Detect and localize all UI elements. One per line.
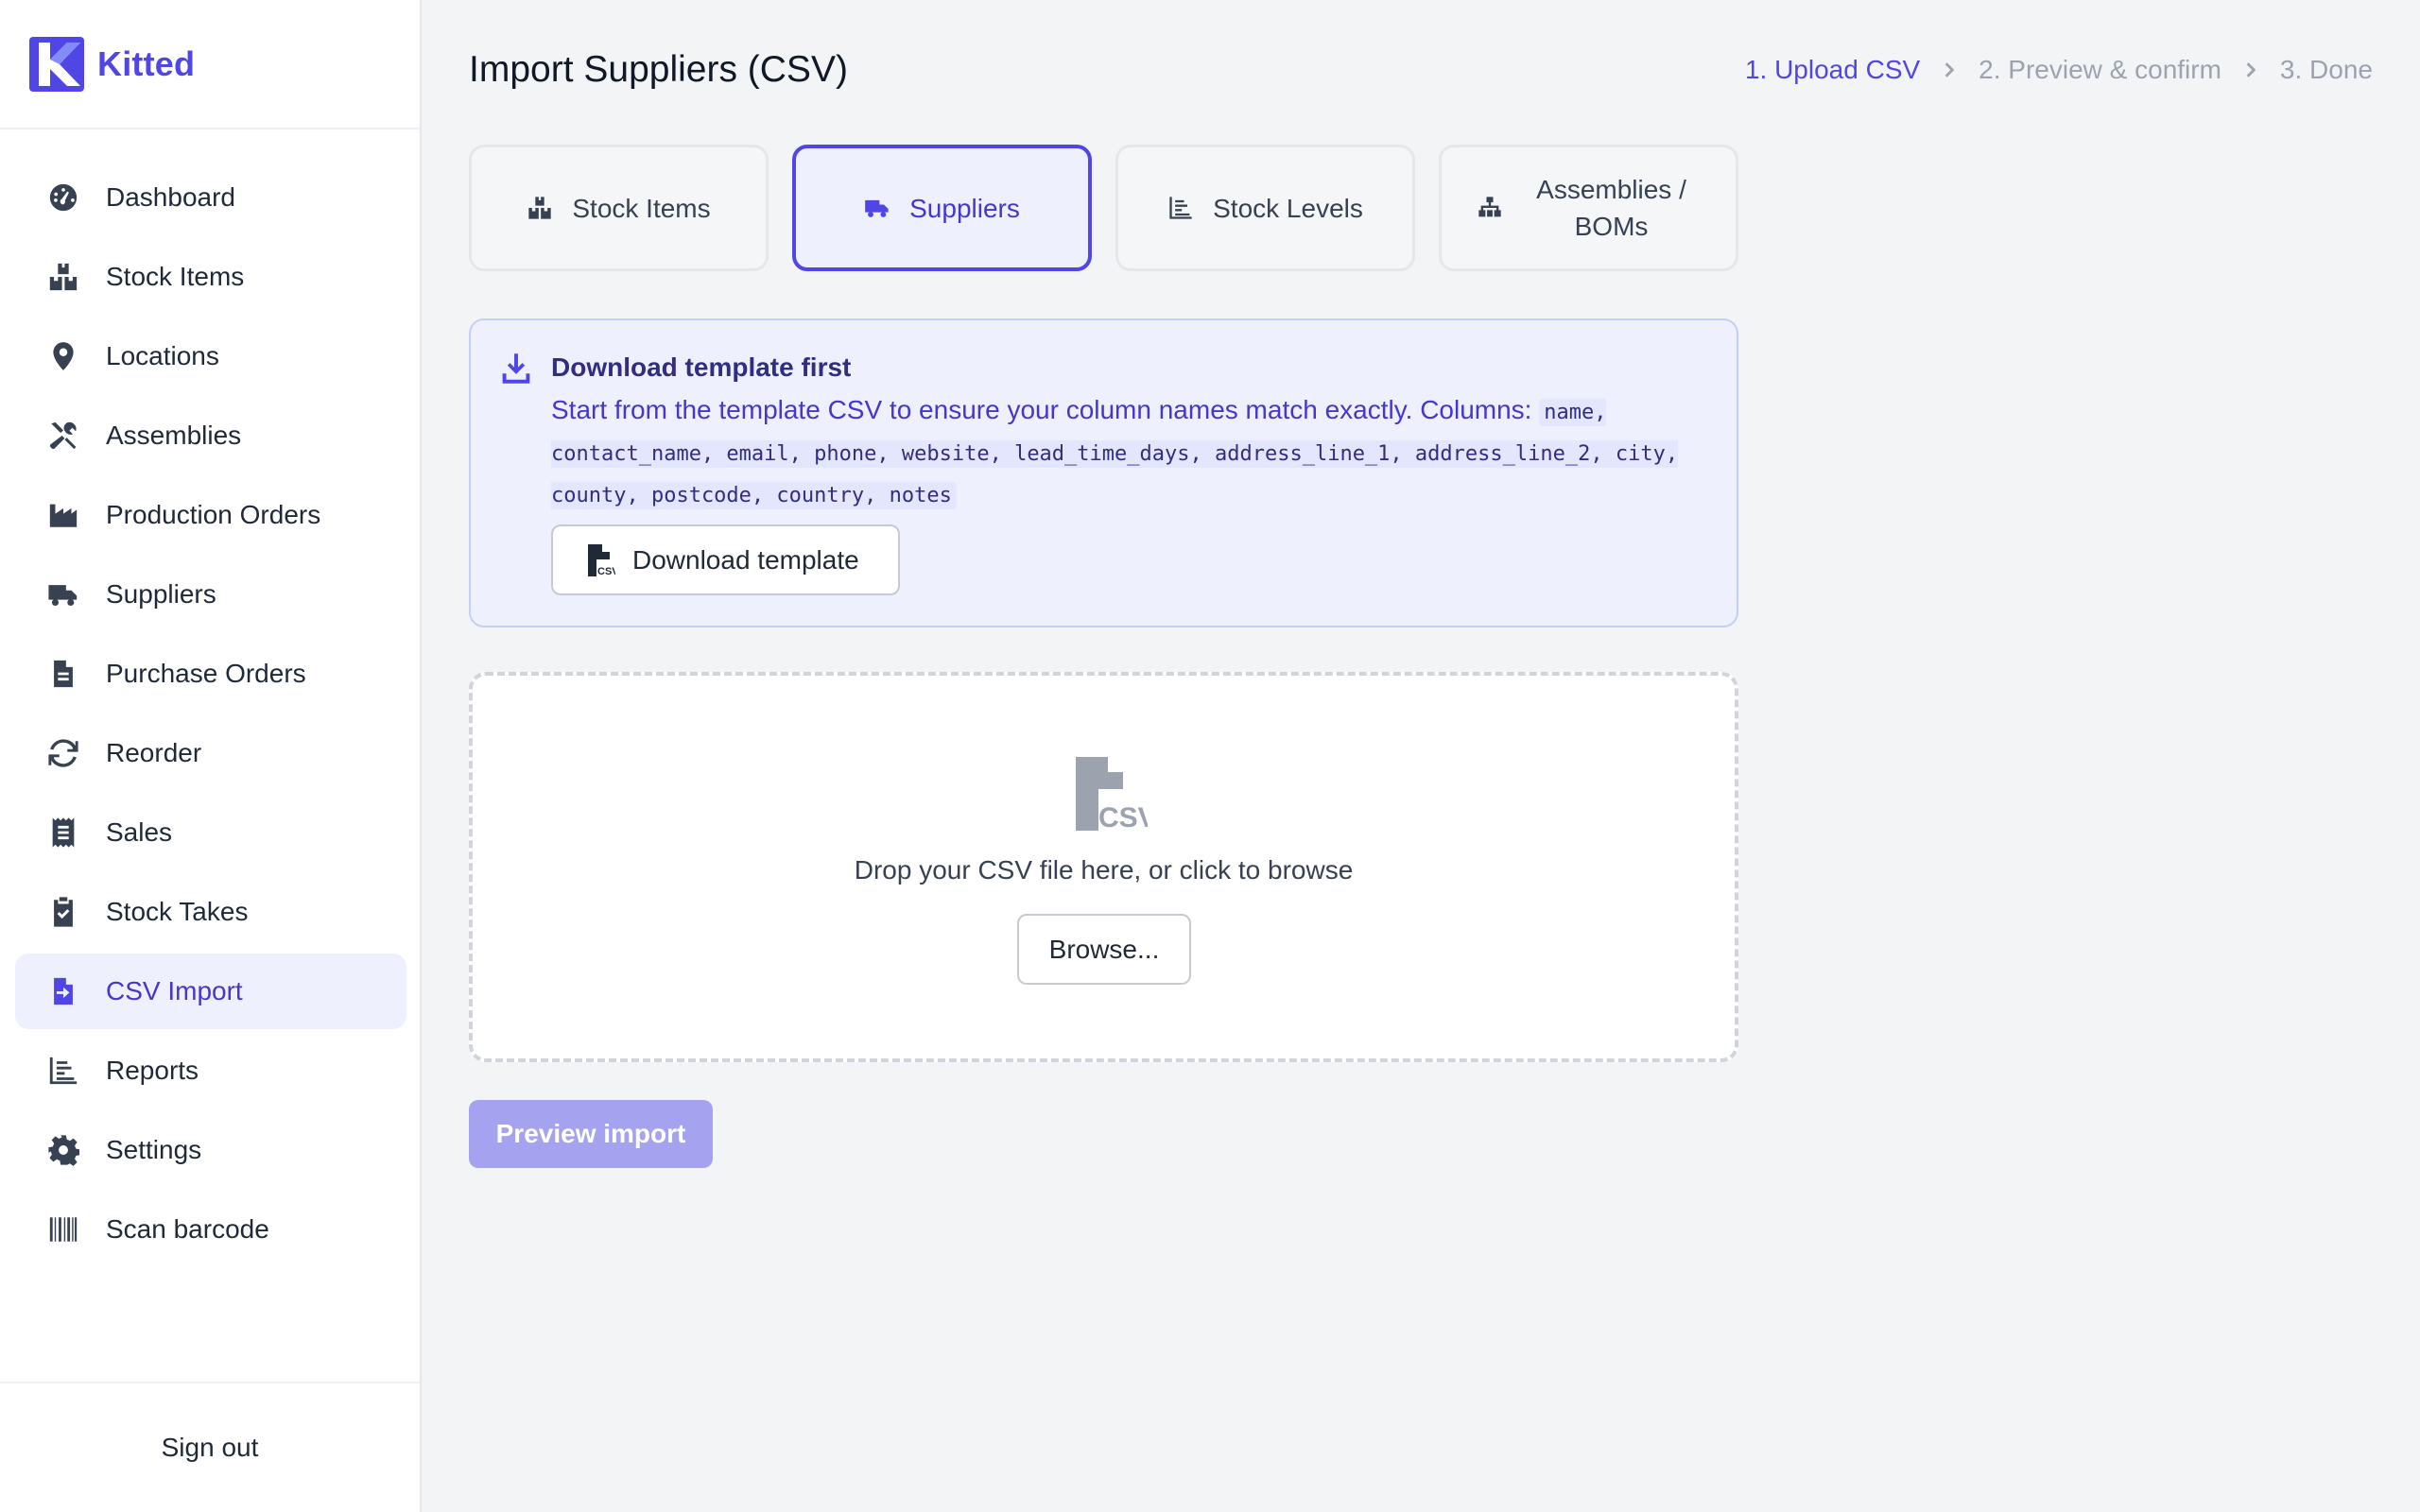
step-upload: 1. Upload CSV — [1744, 55, 1921, 84]
sidebar-item-label: Settings — [106, 1135, 202, 1164]
truck-icon — [864, 195, 890, 221]
sidebar-item-reports[interactable]: Reports — [15, 1033, 406, 1108]
file-text-icon — [47, 658, 79, 690]
file-csv-icon: CSV — [1070, 755, 1157, 833]
template-info-title: Download template first — [551, 352, 852, 382]
sidebar-item-label: Production Orders — [106, 500, 321, 529]
boxes-icon — [47, 261, 79, 293]
sidebar-item-dashboard[interactable]: Dashboard — [15, 160, 406, 235]
sidebar-item-stock-takes[interactable]: Stock Takes — [15, 874, 406, 950]
sidebar-item-locations[interactable]: Locations — [15, 318, 406, 394]
kitted-logo — [29, 36, 84, 92]
file-import-icon — [47, 975, 79, 1007]
sidebar-item-settings[interactable]: Settings — [15, 1112, 406, 1188]
sign-out-button[interactable]: Sign out — [162, 1433, 259, 1463]
chart-bar-icon — [47, 1055, 79, 1087]
tab-assemblies-boms[interactable]: Assemblies / BOMs — [1439, 145, 1738, 271]
sidebar-item-label: Stock Takes — [106, 897, 249, 926]
sidebar-item-label: Suppliers — [106, 579, 216, 609]
gauge-icon — [47, 181, 79, 214]
sidebar-item-label: Dashboard — [106, 182, 235, 212]
receipt-icon — [47, 816, 79, 849]
tab-stock-items[interactable]: Stock Items — [469, 145, 769, 271]
sidebar-item-label: Purchase Orders — [106, 659, 306, 688]
refresh-icon — [47, 737, 79, 769]
step-preview: 2. Preview & confirm — [1979, 55, 2221, 84]
sidebar-item-label: CSV Import — [106, 976, 243, 1005]
chevron-right-icon — [1941, 61, 1958, 78]
sidebar-item-label: Stock Items — [106, 262, 245, 291]
boxes-icon — [527, 195, 553, 221]
download-icon — [501, 352, 531, 385]
sidebar-nav: Dashboard Stock Items Locations Assembli… — [15, 160, 406, 1271]
clipboard-check-icon — [47, 896, 79, 928]
sidebar-footer: Sign out — [0, 1382, 420, 1512]
tab-label: Stock Levels — [1213, 193, 1363, 223]
dropzone-text: Drop your CSV file here, or click to bro… — [854, 855, 1354, 885]
tab-label: Assemblies / BOMs — [1536, 175, 1686, 241]
industry-icon — [47, 499, 79, 531]
sidebar-item-purchase-orders[interactable]: Purchase Orders — [15, 636, 406, 712]
svg-text:CSV: CSV — [1098, 802, 1148, 833]
file-csv-icon: CSV — [585, 543, 619, 577]
tab-label: Suppliers — [909, 193, 1020, 223]
sidebar-item-label: Reports — [106, 1056, 199, 1085]
map-pin-icon — [47, 340, 79, 372]
sidebar-item-reorder[interactable]: Reorder — [15, 715, 406, 791]
tab-stock-levels[interactable]: Stock Levels — [1115, 145, 1415, 271]
chart-bar-icon — [1167, 195, 1194, 221]
page-title: Import Suppliers (CSV) — [469, 49, 848, 90]
download-template-label: Download template — [632, 544, 859, 575]
svg-text:CSV: CSV — [597, 566, 615, 577]
stepper: 1. Upload CSV 2. Preview & confirm 3. Do… — [1745, 55, 2373, 85]
csv-dropzone[interactable]: CSV Drop your CSV file here, or click to… — [469, 672, 1738, 1062]
brand[interactable]: Kitted — [0, 0, 420, 129]
import-type-tabs: Stock Items Suppliers Stock Levels Assem… — [469, 145, 1762, 271]
sidebar-item-csv-import[interactable]: CSV Import — [15, 954, 406, 1029]
template-info-text: Start from the template CSV to ensure yo… — [551, 390, 1714, 515]
sidebar-item-label: Reorder — [106, 738, 202, 767]
download-template-button[interactable]: CSV Download template — [551, 524, 900, 595]
sidebar: Kitted Dashboard Stock Items Locations A… — [0, 0, 422, 1512]
sidebar-item-label: Assemblies — [106, 421, 242, 450]
browse-button[interactable]: Browse... — [1017, 914, 1191, 985]
tab-label: Stock Items — [572, 193, 711, 223]
preview-import-button[interactable]: Preview import — [469, 1100, 713, 1168]
tools-icon — [47, 420, 79, 452]
tab-suppliers[interactable]: Suppliers — [792, 145, 1092, 271]
sitemap-icon — [1477, 195, 1503, 221]
template-info-description: Start from the template CSV to ensure yo… — [551, 395, 1532, 424]
template-info-panel: Download template first Start from the t… — [469, 318, 1738, 627]
brand-name: Kitted — [97, 43, 196, 83]
step-done: 3. Done — [2279, 55, 2373, 84]
sidebar-item-scan-barcode[interactable]: Scan barcode — [15, 1192, 406, 1267]
sidebar-item-stock-items[interactable]: Stock Items — [15, 239, 406, 315]
sidebar-item-sales[interactable]: Sales — [15, 795, 406, 870]
gear-icon — [47, 1134, 79, 1166]
chevron-right-icon — [2242, 61, 2259, 78]
sidebar-item-label: Sales — [106, 817, 173, 847]
sidebar-item-assemblies[interactable]: Assemblies — [15, 398, 406, 473]
sidebar-item-suppliers[interactable]: Suppliers — [15, 557, 406, 632]
sidebar-item-label: Locations — [106, 341, 219, 370]
sidebar-item-production-orders[interactable]: Production Orders — [15, 477, 406, 553]
barcode-icon — [47, 1213, 79, 1246]
sidebar-item-label: Scan barcode — [106, 1214, 269, 1244]
truck-icon — [47, 578, 79, 610]
